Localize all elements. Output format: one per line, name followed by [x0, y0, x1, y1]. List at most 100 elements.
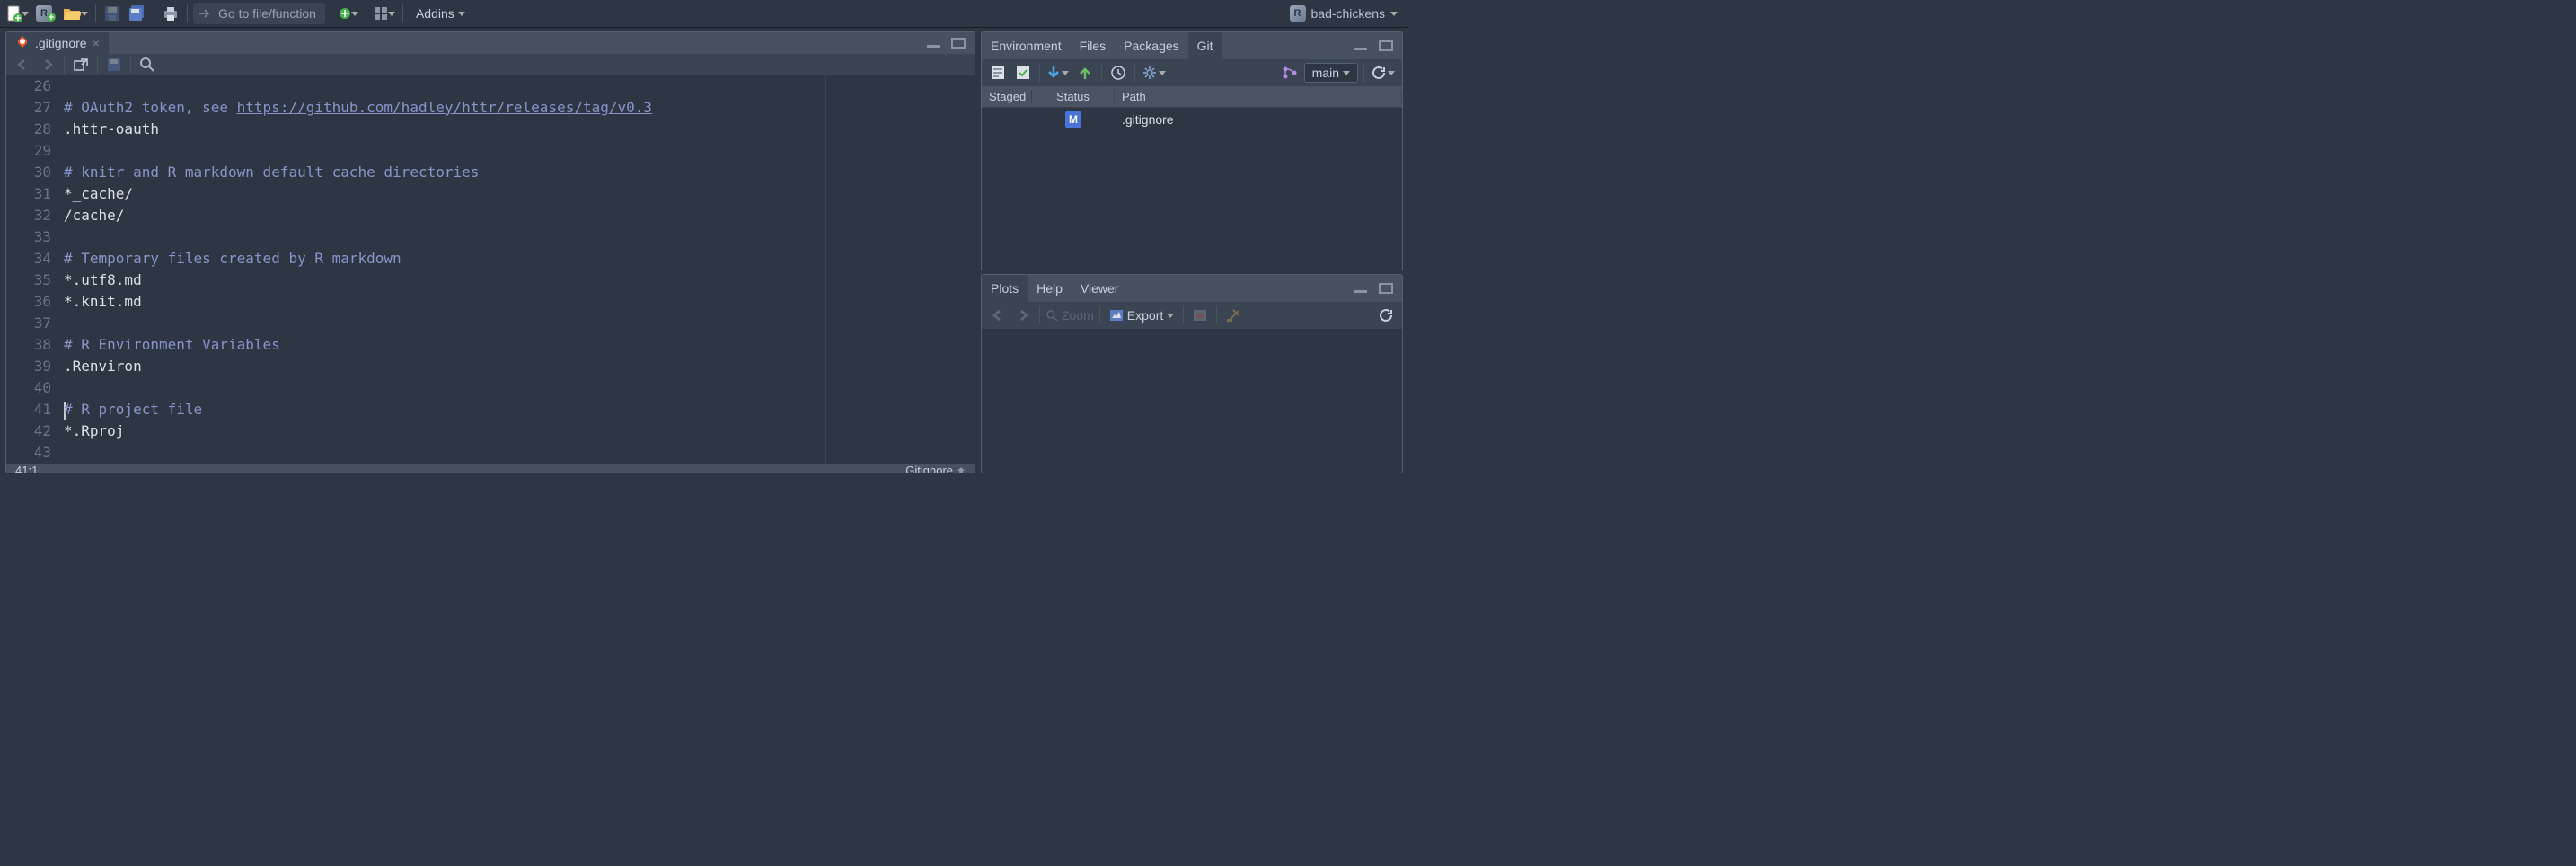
tab-viewer[interactable]: Viewer: [1072, 275, 1128, 302]
code-line[interactable]: # R project file: [64, 399, 975, 420]
tab-plots[interactable]: Plots: [982, 275, 1028, 302]
r-logo-icon: R: [1290, 5, 1306, 22]
code-line[interactable]: # R Environment Variables: [64, 334, 975, 356]
zoom-button[interactable]: Zoom: [1045, 308, 1094, 323]
code-line[interactable]: [64, 442, 975, 464]
minimize-pane-icon[interactable]: [922, 32, 944, 54]
plots-toolbar: Zoom Export: [982, 302, 1402, 329]
goto-file-function[interactable]: Go to file/function: [193, 3, 325, 24]
diff-icon[interactable]: [987, 62, 1009, 84]
print-button[interactable]: [160, 3, 181, 24]
minimize-pane-icon[interactable]: [1350, 278, 1372, 299]
maximize-pane-icon[interactable]: [1375, 278, 1397, 299]
line-number: 41: [6, 399, 51, 420]
line-number: 33: [6, 226, 51, 248]
new-rproject-button[interactable]: R: [34, 3, 57, 24]
git-file-path: .gitignore: [1115, 112, 1402, 127]
line-number: 37: [6, 313, 51, 334]
git-table-header: Staged Status Path: [982, 86, 1402, 108]
code-line[interactable]: # OAuth2 token, see https://github.com/h…: [64, 97, 975, 119]
close-tab-icon[interactable]: ×: [93, 36, 100, 50]
code-line[interactable]: *_cache/: [64, 183, 975, 205]
goto-placeholder: Go to file/function: [218, 6, 316, 21]
plot-canvas: [982, 329, 1402, 473]
tab-help[interactable]: Help: [1028, 275, 1072, 302]
code-line[interactable]: /cache/: [64, 205, 975, 226]
nav-forward-icon[interactable]: [37, 54, 58, 75]
line-number: 38: [6, 334, 51, 356]
addins-menu[interactable]: Addins: [409, 6, 472, 21]
history-icon[interactable]: [1107, 62, 1129, 84]
code-line[interactable]: .Renviron: [64, 356, 975, 377]
code-line[interactable]: # Temporary files created by R markdown: [64, 248, 975, 270]
lower-right-tabs: Plots Help Viewer: [982, 275, 1402, 302]
line-number: 34: [6, 248, 51, 270]
tab-environment[interactable]: Environment: [982, 32, 1071, 59]
branch-selector[interactable]: main: [1304, 63, 1358, 83]
line-number: 35: [6, 270, 51, 291]
status-badge: M: [1065, 111, 1081, 128]
open-file-button[interactable]: [61, 3, 90, 24]
addin-plus-button[interactable]: [337, 3, 360, 24]
git-file-icon: [15, 36, 30, 50]
line-gutter: 262728293031323334353637383940414243: [6, 75, 60, 464]
find-replace-icon[interactable]: [137, 54, 158, 75]
save-button[interactable]: [101, 3, 123, 24]
show-in-new-window-icon[interactable]: [70, 54, 92, 75]
line-number: 39: [6, 356, 51, 377]
minimize-pane-icon[interactable]: [1350, 35, 1372, 57]
code-line[interactable]: *.utf8.md: [64, 270, 975, 291]
code-line[interactable]: .httr-oauth: [64, 119, 975, 140]
workspace: .gitignore × 26272829303132333435: [0, 28, 1408, 473]
save-all-button[interactable]: [127, 3, 148, 24]
plot-prev-icon[interactable]: [987, 305, 1009, 326]
nav-back-icon[interactable]: [12, 54, 33, 75]
code-line[interactable]: [64, 377, 975, 399]
line-number: 36: [6, 291, 51, 313]
line-number: 26: [6, 75, 51, 97]
save-file-icon[interactable]: [103, 54, 125, 75]
code-line[interactable]: [64, 140, 975, 162]
plot-next-icon[interactable]: [1012, 305, 1034, 326]
git-panel: Environment Files Packages Git: [981, 31, 1403, 270]
code-line[interactable]: *.knit.md: [64, 291, 975, 313]
project-name: bad-chickens: [1311, 6, 1386, 21]
export-button[interactable]: Export: [1106, 308, 1178, 323]
editor-status-bar: 41:1 Gitignore: [6, 464, 975, 473]
code-editor[interactable]: 262728293031323334353637383940414243 # O…: [6, 75, 975, 464]
file-language[interactable]: Gitignore: [905, 464, 953, 473]
code-line[interactable]: [64, 75, 975, 97]
tab-files[interactable]: Files: [1071, 32, 1116, 59]
tab-packages[interactable]: Packages: [1115, 32, 1187, 59]
editor-tab-gitignore[interactable]: .gitignore ×: [6, 32, 109, 54]
tab-git[interactable]: Git: [1188, 32, 1222, 59]
remove-plot-icon[interactable]: [1189, 305, 1211, 326]
new-branch-icon[interactable]: [1279, 62, 1301, 84]
code-line[interactable]: [64, 313, 975, 334]
refresh-plots-icon[interactable]: [1375, 305, 1397, 326]
plots-panel: Plots Help Viewer Zoom Ex: [981, 274, 1403, 473]
upper-right-tabs: Environment Files Packages Git: [982, 32, 1402, 59]
line-number: 40: [6, 377, 51, 399]
commit-icon[interactable]: [1012, 62, 1034, 84]
clear-all-icon[interactable]: [1222, 305, 1244, 326]
project-menu[interactable]: R bad-chickens: [1284, 5, 1404, 22]
main-toolbar: R Go to file/function Addins R bad-chick…: [0, 0, 1408, 28]
code-line[interactable]: *.Rproj: [64, 420, 975, 442]
line-number: 32: [6, 205, 51, 226]
grid-layout-button[interactable]: [372, 3, 397, 24]
git-file-row[interactable]: M .gitignore: [982, 108, 1402, 131]
code-line[interactable]: # knitr and R markdown default cache dir…: [64, 162, 975, 183]
pull-icon[interactable]: [1045, 62, 1071, 84]
line-number: 31: [6, 183, 51, 205]
refresh-icon[interactable]: [1370, 62, 1397, 84]
maximize-pane-icon[interactable]: [948, 32, 969, 54]
editor-toolbar: [6, 54, 975, 75]
more-gear-icon[interactable]: [1141, 62, 1168, 84]
line-number: 29: [6, 140, 51, 162]
maximize-pane-icon[interactable]: [1375, 35, 1397, 57]
push-icon[interactable]: [1074, 62, 1096, 84]
line-number: 27: [6, 97, 51, 119]
code-line[interactable]: [64, 226, 975, 248]
new-file-button[interactable]: [5, 3, 31, 24]
